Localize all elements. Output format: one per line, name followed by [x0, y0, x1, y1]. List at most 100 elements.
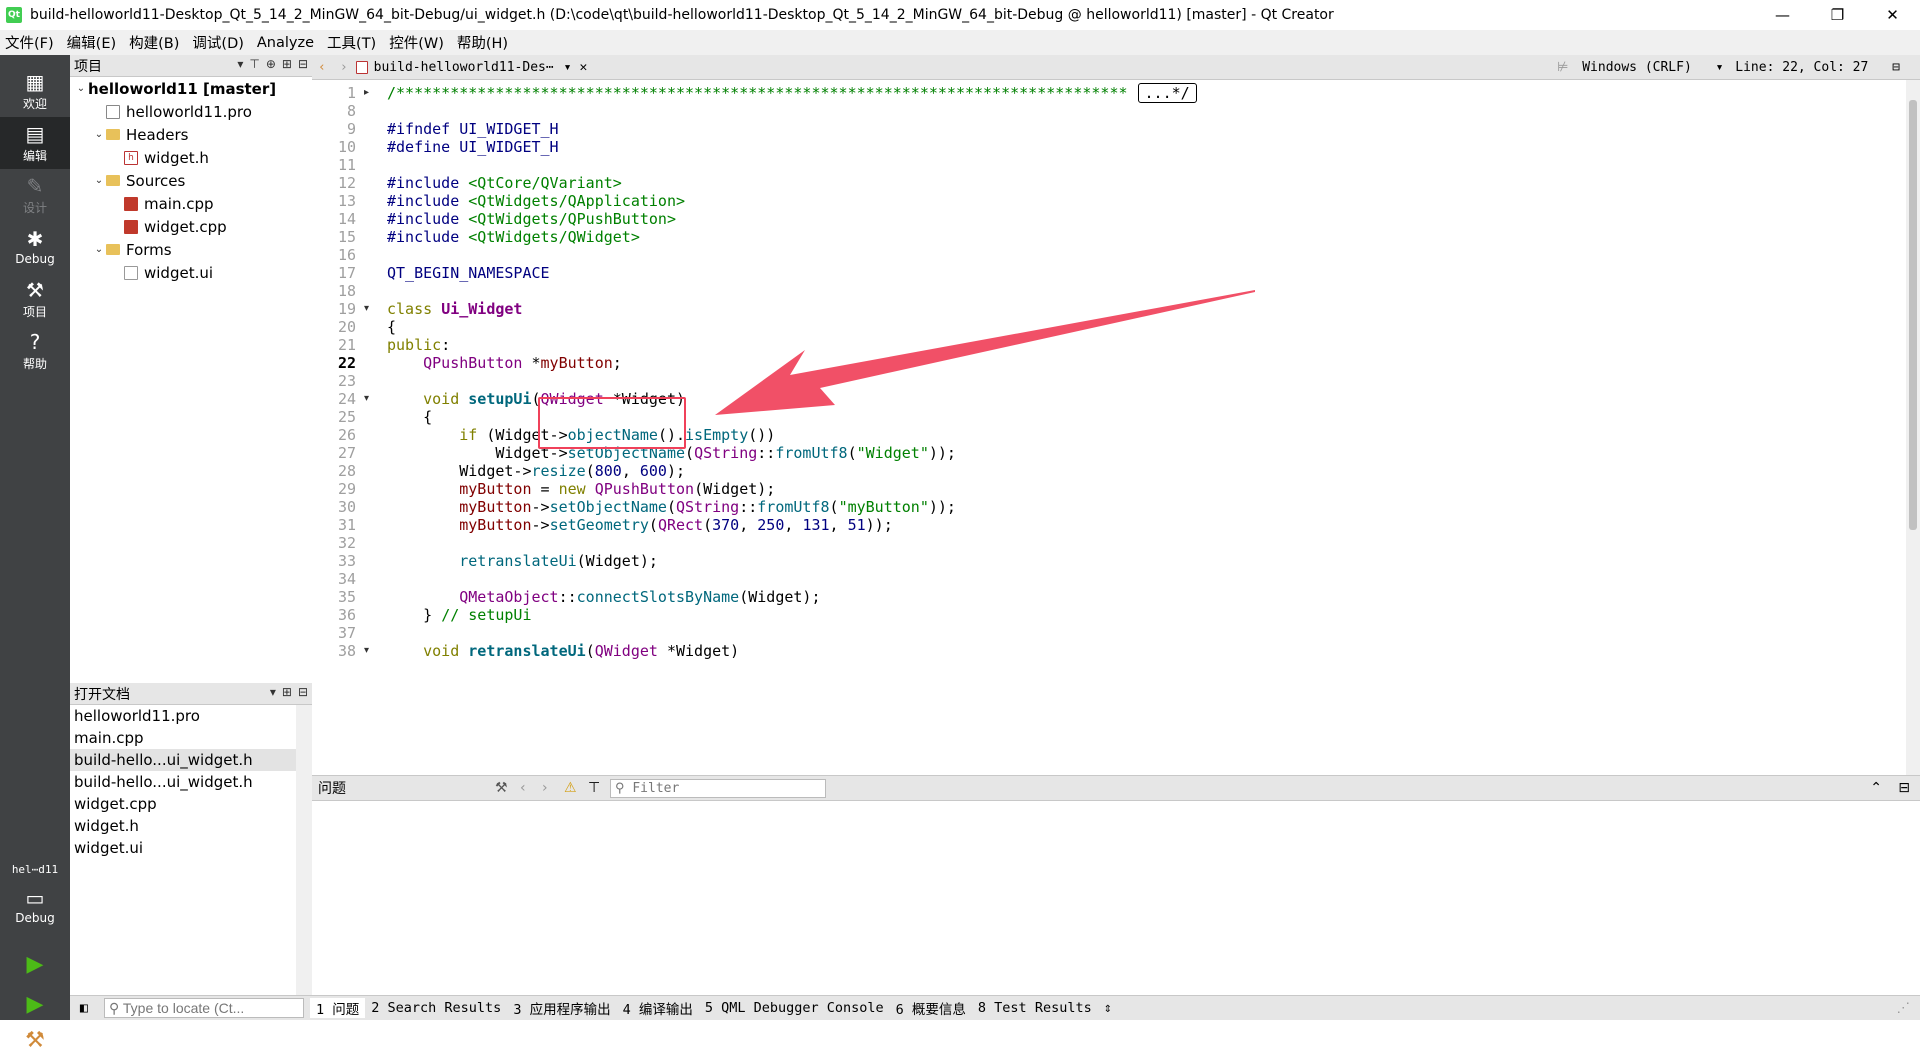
code-line[interactable]: /***************************************… — [387, 82, 1197, 104]
chevron-down-icon[interactable]: ▾ — [1716, 60, 1724, 75]
tab-compile-output[interactable]: 4 编译输出 — [617, 998, 699, 1018]
fold-marker-icon[interactable]: ▾ — [364, 388, 369, 410]
editor-scrollbar-thumb[interactable] — [1909, 100, 1917, 530]
code-line[interactable]: myButton->setGeometry(QRect(370, 250, 13… — [387, 514, 893, 536]
chevron-down-icon[interactable]: ⌄ — [74, 83, 88, 94]
tree-item[interactable]: main.cpp — [70, 192, 312, 215]
filter-icon[interactable]: ⊤ — [249, 57, 259, 71]
tree-item[interactable]: ⌄ helloworld11 [master] — [70, 77, 312, 100]
open-document-item[interactable]: build-hello...ui_widget.h — [70, 771, 312, 793]
tree-item[interactable]: ⌄ Forms — [70, 238, 312, 261]
fold-marker-icon[interactable]: ▾ — [364, 640, 369, 662]
tab-test-results[interactable]: 8 Test Results — [972, 1000, 1098, 1016]
tree-item-label: Forms — [126, 240, 172, 259]
menu-file[interactable]: 文件(F) — [0, 32, 59, 53]
editor-scrollbar[interactable] — [1906, 80, 1920, 775]
mode-debug[interactable]: ✱ Debug — [0, 221, 70, 273]
tab-issues[interactable]: 1 问题 — [310, 998, 366, 1018]
next-issue-icon[interactable]: › — [542, 780, 548, 796]
restore-button[interactable]: ❐ — [1810, 0, 1865, 30]
open-documents-scrollbar[interactable] — [296, 705, 312, 995]
chevron-down-icon[interactable]: ⌄ — [92, 129, 106, 140]
menu-controls[interactable]: 控件(W) — [384, 32, 449, 53]
tree-item[interactable]: ⌄ Sources — [70, 169, 312, 192]
editor-toolbar: ‹ › build-helloworld11-Des⋯ ▾ ✕ ⊭ Window… — [312, 55, 1920, 80]
mode-welcome[interactable]: ▦ 欢迎 — [0, 65, 70, 117]
dropdown-icon[interactable]: ▾ — [237, 57, 243, 71]
debug-run-icon[interactable]: ▶ — [22, 991, 48, 1017]
document-tab[interactable]: build-helloworld11-Des⋯ ▾ ✕ — [355, 60, 588, 75]
warning-icon[interactable]: ⚠ — [564, 780, 577, 796]
code-line[interactable]: QPushButton *myButton; — [387, 352, 622, 374]
chevron-down-icon[interactable]: ▾ — [564, 60, 572, 75]
open-document-item[interactable]: main.cpp — [70, 727, 312, 749]
link-icon[interactable]: ⊕ — [266, 57, 276, 71]
code-line[interactable]: retranslateUi(Widget); — [387, 550, 658, 572]
maximize-pane-icon[interactable]: ⌃ — [1870, 780, 1882, 796]
tab-search-results[interactable]: 2 Search Results — [365, 1000, 507, 1016]
open-document-item[interactable]: widget.h — [70, 815, 312, 837]
split-icon[interactable]: ⊞ — [282, 57, 292, 71]
split-icon[interactable]: ⊞ — [282, 685, 292, 699]
chevron-updown-icon[interactable]: ⇕ — [1098, 1000, 1118, 1016]
close-document-icon[interactable]: ✕ — [580, 60, 588, 75]
code-line[interactable]: class Ui_Widget — [387, 298, 522, 320]
menu-build[interactable]: 构建(B) — [124, 32, 184, 53]
line-ending-select[interactable]: Windows (CRLF) — [1582, 60, 1692, 75]
menu-analyze[interactable]: Analyze — [252, 35, 319, 51]
menu-help[interactable]: 帮助(H) — [452, 32, 513, 53]
chevron-down-icon[interactable]: ⌄ — [92, 175, 106, 186]
menu-debug[interactable]: 调试(D) — [187, 32, 248, 53]
code-line[interactable]: void retranslateUi(QWidget *Widget) — [387, 640, 739, 662]
filter-icon[interactable]: ⊤ — [588, 780, 600, 796]
cursor-position[interactable]: Line: 22, Col: 27 — [1735, 60, 1868, 75]
fold-marker-icon[interactable]: ▾ — [364, 298, 369, 320]
split-view-icon[interactable]: ⊭ — [1557, 60, 1568, 75]
issues-filter-input[interactable]: ⚲ Filter — [610, 779, 826, 798]
code-line[interactable]: #include <QtWidgets/QWidget> — [387, 226, 640, 248]
tree-item[interactable]: widget.cpp — [70, 215, 312, 238]
build-hammer-icon[interactable]: ⚒ — [22, 1027, 48, 1053]
run-icon[interactable]: ▶ — [22, 951, 48, 977]
sidebar-toggle-icon[interactable]: ◧ — [70, 996, 98, 1020]
code-line[interactable]: } // setupUi — [387, 604, 531, 626]
prev-issue-icon[interactable]: ‹ — [520, 780, 526, 796]
open-document-item[interactable]: widget.cpp — [70, 793, 312, 815]
kit-selector[interactable]: ▭ Debug — [0, 880, 70, 932]
mode-design[interactable]: ✎ 设计 — [0, 169, 70, 221]
tree-item[interactable]: h widget.h — [70, 146, 312, 169]
dropdown-icon[interactable]: ▾ — [270, 685, 276, 699]
code-line[interactable]: #define UI_WIDGET_H — [387, 136, 559, 158]
close-button[interactable]: ✕ — [1865, 0, 1920, 30]
tree-item[interactable]: widget.ui — [70, 261, 312, 284]
back-arrow-icon[interactable]: ‹ — [318, 60, 326, 75]
code-line[interactable]: QT_BEGIN_NAMESPACE — [387, 262, 550, 284]
close-pane-icon[interactable]: ⊟ — [298, 57, 308, 71]
build-issues-icon[interactable]: ⚒ — [495, 780, 508, 796]
open-document-item[interactable]: helloworld11.pro — [70, 705, 312, 727]
mode-help[interactable]: ? 帮助 — [0, 325, 70, 377]
forward-arrow-icon[interactable]: › — [340, 60, 348, 75]
close-pane-icon[interactable]: ⊟ — [1898, 780, 1910, 796]
open-documents-pane: 打开文档 ▾ ⊞ ⊟ helloworld11.pro main.cpp build… — [70, 683, 312, 995]
locator-input[interactable]: ⚲ Type to locate (Ct... — [104, 998, 304, 1018]
split-icon[interactable]: ⊟ — [1892, 60, 1900, 75]
form-file-icon — [124, 265, 138, 280]
menu-tools[interactable]: 工具(T) — [322, 32, 381, 53]
tree-item[interactable]: helloworld11.pro — [70, 100, 312, 123]
mode-edit[interactable]: ▤ 编辑 — [0, 117, 70, 169]
project-pane-title: 项目 — [74, 58, 102, 75]
mode-projects[interactable]: ⚒ 项目 — [0, 273, 70, 325]
open-document-item[interactable]: widget.ui — [70, 837, 312, 859]
tab-general-messages[interactable]: 6 概要信息 — [890, 998, 972, 1018]
tab-application-output[interactable]: 3 应用程序输出 — [507, 998, 616, 1018]
tree-item[interactable]: ⌄ Headers — [70, 123, 312, 146]
open-document-item[interactable]: build-hello...ui_widget.h — [70, 749, 312, 771]
chevron-down-icon[interactable]: ⌄ — [92, 244, 106, 255]
close-pane-icon[interactable]: ⊟ — [298, 685, 308, 699]
monitor-icon: ▭ — [25, 886, 45, 910]
fold-marker-icon[interactable]: ▸ — [364, 82, 369, 104]
menu-edit[interactable]: 编辑(E) — [62, 32, 121, 53]
tab-qml-debugger-console[interactable]: 5 QML Debugger Console — [699, 1000, 890, 1016]
minimize-button[interactable]: — — [1755, 0, 1810, 30]
